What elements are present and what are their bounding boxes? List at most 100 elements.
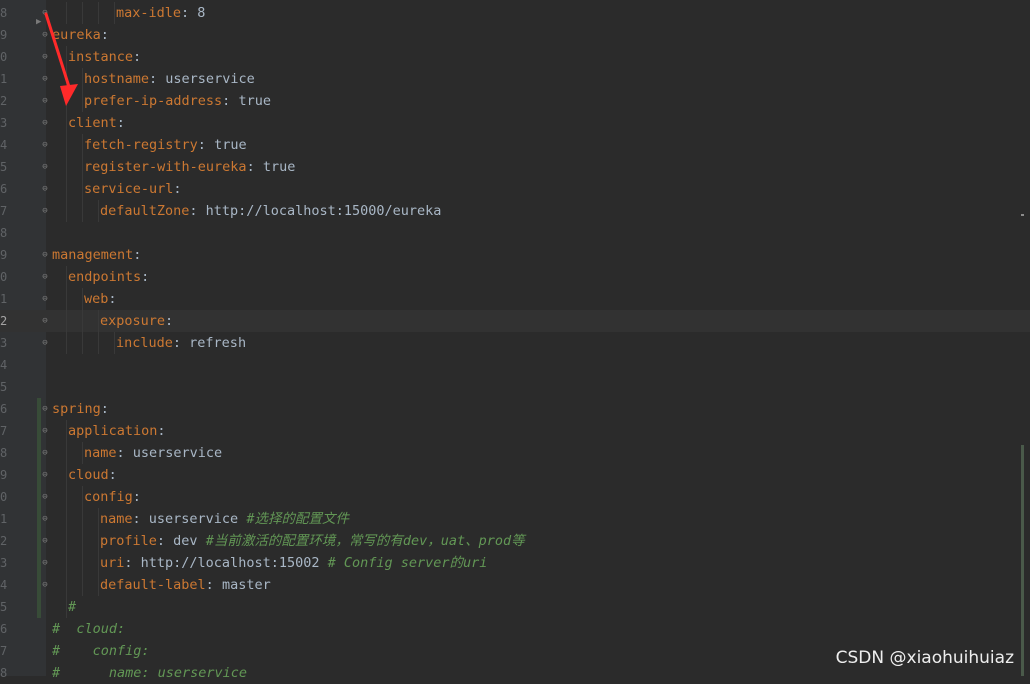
code-line[interactable]: 1 ⊖ web: bbox=[0, 288, 1030, 310]
line-number: 7 bbox=[0, 424, 8, 438]
fold-toggle-icon[interactable]: ⊖ bbox=[40, 250, 50, 260]
fold-toggle-icon[interactable]: ⊖ bbox=[40, 404, 50, 414]
code-line[interactable]: 0 ⊖ instance: bbox=[0, 46, 1030, 68]
line-number: 6 bbox=[0, 402, 8, 416]
yaml-separator: : bbox=[181, 5, 198, 21]
yaml-separator: : bbox=[100, 401, 109, 417]
fold-toggle-icon[interactable]: ⊖ bbox=[40, 184, 50, 194]
yaml-value: dev bbox=[173, 533, 206, 549]
code-line[interactable]: 1 ⊖ hostname: userservice bbox=[0, 68, 1030, 90]
indent-guide bbox=[82, 156, 83, 178]
line-number: 1 bbox=[0, 292, 8, 306]
indent-guide bbox=[66, 530, 67, 552]
fold-toggle-icon[interactable]: ⊖ bbox=[40, 294, 50, 304]
indent-guide bbox=[66, 134, 67, 156]
yaml-separator: : bbox=[222, 93, 239, 109]
code-area[interactable]: 8⊖max-idle: 89⊖eureka:0⊖instance:1⊖hostn… bbox=[0, 0, 1030, 681]
code-line[interactable]: 4 ⊖ fetch-registry: true bbox=[0, 134, 1030, 156]
line-number: 3 bbox=[0, 556, 8, 570]
indent-guide bbox=[98, 332, 99, 354]
yaml-key: service-url bbox=[84, 181, 174, 197]
code-line[interactable]: 3 ⊖ uri: http://localhost:15002 # Config s… bbox=[0, 552, 1030, 574]
code-line[interactable]: 6 ⊖ spring: bbox=[0, 398, 1030, 420]
yaml-comment: # cloud: bbox=[52, 621, 126, 637]
code-line[interactable]: 1 ⊖ name: userservice #选择的配置文件 bbox=[0, 508, 1030, 530]
fold-toggle-icon[interactable]: ⊖ bbox=[40, 426, 50, 436]
code-line[interactable]: 2 ⊖ prefer-ip-address: true bbox=[0, 90, 1030, 112]
yaml-value: http://localhost:15002 bbox=[140, 555, 328, 571]
yaml-separator: : bbox=[173, 181, 182, 197]
code-line[interactable]: 9 ⊖ eureka: bbox=[0, 24, 1030, 46]
line-number: 7 bbox=[0, 204, 8, 218]
yaml-value: refresh bbox=[189, 335, 247, 351]
fold-end-icon[interactable]: ⊖ bbox=[40, 140, 50, 150]
yaml-separator: : bbox=[124, 555, 141, 571]
fold-toggle-icon[interactable]: ⊖ bbox=[40, 316, 50, 326]
scrollbar-change-marker[interactable] bbox=[1021, 445, 1024, 676]
code-line[interactable]: 4 ⊖ default-label: master bbox=[0, 574, 1030, 596]
indent-guide bbox=[66, 266, 67, 288]
code-line[interactable]: 3 ⊖ client: bbox=[0, 112, 1030, 134]
code-line[interactable]: 6 ⊖ service-url: bbox=[0, 178, 1030, 200]
yaml-key: profile bbox=[100, 533, 157, 549]
fold-end-icon[interactable]: ⊖ bbox=[40, 448, 50, 458]
code-line[interactable]: 6 # cloud: bbox=[0, 618, 1030, 640]
yaml-key: spring bbox=[52, 401, 101, 417]
line-number: 5 bbox=[0, 160, 8, 174]
code-line[interactable]: 7 ⊖ application: bbox=[0, 420, 1030, 442]
code-line[interactable]: 9 ⊖ management: bbox=[0, 244, 1030, 266]
line-number: 0 bbox=[0, 490, 8, 504]
yaml-key: endpoints bbox=[68, 269, 142, 285]
code-line[interactable]: 5 bbox=[0, 376, 1030, 398]
code-line[interactable]: 5 # bbox=[0, 596, 1030, 618]
code-line[interactable]: 2 ⊖ profile: dev #当前激活的配置环境，常写的有dev，uat、pr… bbox=[0, 530, 1030, 552]
line-number: 0 bbox=[0, 270, 8, 284]
scrollbar-marker[interactable] bbox=[1021, 214, 1024, 216]
code-line[interactable]: 3 ⊖ include: refresh bbox=[0, 332, 1030, 354]
fold-end-icon[interactable]: ⊖ bbox=[40, 338, 50, 348]
code-line[interactable]: 0 ⊖ config: bbox=[0, 486, 1030, 508]
indent-guide bbox=[98, 574, 99, 596]
fold-end-icon[interactable]: ⊖ bbox=[40, 206, 50, 216]
fold-toggle-icon[interactable]: ⊖ bbox=[40, 470, 50, 480]
line-number: 1 bbox=[0, 512, 8, 526]
code-line[interactable]: 8 bbox=[0, 222, 1030, 244]
yaml-key: management bbox=[52, 247, 134, 263]
yaml-separator: : bbox=[157, 423, 166, 439]
yaml-separator: : bbox=[108, 467, 117, 483]
yaml-separator: : bbox=[132, 511, 149, 527]
yaml-value: true bbox=[238, 93, 271, 109]
csdn-watermark: CSDN @xiaohuihuiaz bbox=[835, 648, 1014, 668]
indent-guide bbox=[82, 310, 83, 332]
fold-end-icon[interactable]: ⊖ bbox=[40, 580, 50, 590]
fold-end-icon[interactable]: ⊖ bbox=[40, 536, 50, 546]
code-line[interactable]: 0 ⊖ endpoints: bbox=[0, 266, 1030, 288]
yaml-separator: : bbox=[205, 577, 222, 593]
fold-toggle-icon[interactable]: ⊖ bbox=[40, 272, 50, 282]
indent-guide bbox=[82, 530, 83, 552]
fold-end-icon[interactable]: ⊖ bbox=[40, 162, 50, 172]
indent-guide bbox=[82, 486, 83, 508]
yaml-key: config bbox=[84, 489, 133, 505]
code-line[interactable]: 8 ⊖ name: userservice bbox=[0, 442, 1030, 464]
code-line[interactable]: 9 ⊖ cloud: bbox=[0, 464, 1030, 486]
line-number: 6 bbox=[0, 182, 8, 196]
fold-end-icon[interactable]: ⊖ bbox=[40, 558, 50, 568]
indent-guide bbox=[66, 464, 67, 486]
fold-toggle-icon[interactable]: ⊖ bbox=[40, 492, 50, 502]
indent-guide bbox=[66, 574, 67, 596]
code-editor[interactable]: ▶ 8⊖max-idle: 89⊖eureka:0⊖instance:1⊖hos… bbox=[0, 0, 1030, 681]
fold-end-icon[interactable]: ⊖ bbox=[40, 514, 50, 524]
code-line[interactable]: 7 ⊖ defaultZone: http://localhost:15000/eu… bbox=[0, 200, 1030, 222]
indent-guide bbox=[98, 310, 99, 332]
yaml-key: web bbox=[84, 291, 109, 307]
code-line[interactable]: 5 ⊖ register-with-eureka: true bbox=[0, 156, 1030, 178]
indent-guide bbox=[66, 310, 67, 332]
code-line[interactable]: 4 bbox=[0, 354, 1030, 376]
code-line[interactable]: 2 ⊖ exposure: bbox=[0, 310, 1030, 332]
yaml-value: true bbox=[262, 159, 296, 175]
indent-guide bbox=[66, 332, 67, 354]
line-number: 6 bbox=[0, 622, 8, 636]
line-number: 8 bbox=[0, 666, 8, 680]
code-line[interactable]: 8⊖max-idle: 8 bbox=[0, 2, 1030, 24]
